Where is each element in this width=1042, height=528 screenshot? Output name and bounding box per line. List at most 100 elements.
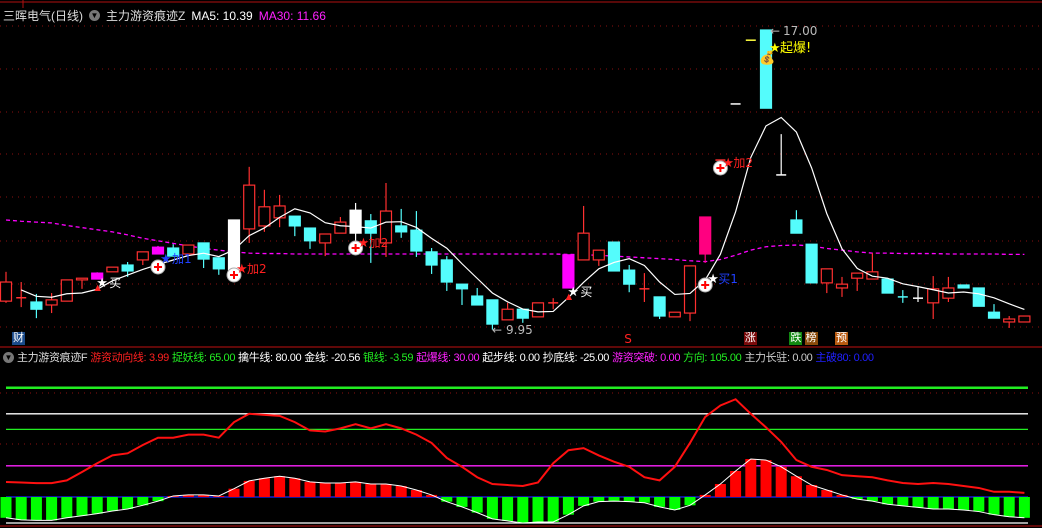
indicator-bar <box>547 497 559 522</box>
indicator-bar <box>897 497 909 506</box>
main-header: 三晖电气(日线) ▼ 主力游资痕迹Z MA5: 10.39 MA30: 11.6… <box>3 7 326 24</box>
indicator-bar <box>1003 497 1015 517</box>
candle <box>455 283 469 305</box>
star-icon: ★ <box>358 235 370 250</box>
indicator-reference-lines <box>6 386 1028 524</box>
indicator-bar <box>775 466 787 497</box>
candle-body <box>258 206 271 227</box>
candle-body <box>319 233 332 244</box>
candle-body <box>820 268 833 284</box>
candle <box>851 272 864 291</box>
candle <box>623 265 636 293</box>
buy-signal-label: 买 <box>109 276 121 290</box>
indicator-bar <box>684 497 696 506</box>
indicator-value: 擒牛线: 80.00 <box>238 352 302 364</box>
candle-body <box>334 221 347 234</box>
candle-body <box>851 272 864 279</box>
candle <box>942 276 955 302</box>
indicator-lines <box>5 398 1025 524</box>
candle-body <box>395 225 408 233</box>
candle <box>639 273 650 302</box>
candle <box>197 242 210 268</box>
up-arrow-icon: ▲ <box>563 291 574 303</box>
signal-tag: 跌 <box>789 332 803 345</box>
chevron-down-icon[interactable]: ▼ <box>3 351 14 363</box>
candle-body <box>349 209 362 234</box>
candle-body <box>136 251 149 261</box>
candle-body <box>0 281 13 302</box>
candle-body <box>45 299 58 306</box>
indicator-bar <box>486 497 498 519</box>
burst-label: 起爆! <box>780 41 811 56</box>
indicator-value: 主力长驻: 0.00 <box>744 352 813 364</box>
candle <box>1003 316 1016 328</box>
candle <box>106 266 119 273</box>
candle-body <box>1018 315 1031 323</box>
candle <box>881 278 894 294</box>
indicator-bar <box>365 484 377 497</box>
candle <box>927 276 940 319</box>
indicator-bar <box>289 478 301 497</box>
candle-body <box>623 269 636 285</box>
candle-body <box>592 249 605 261</box>
indicator-bar <box>46 497 58 521</box>
candle <box>501 302 514 321</box>
candle-body <box>699 216 712 255</box>
candle <box>776 134 787 176</box>
candle-body <box>455 283 469 290</box>
chevron-down-icon[interactable]: ▼ <box>89 10 100 21</box>
candle <box>319 233 332 257</box>
candle-body <box>501 308 514 321</box>
candles <box>0 29 1031 330</box>
candle <box>987 304 1001 319</box>
candle-body <box>106 266 119 273</box>
indicator-value: 游资动向线: 3.99 <box>90 352 169 364</box>
indicator-bar <box>912 497 924 508</box>
candle-body <box>60 279 73 302</box>
indicator-bar <box>76 497 88 516</box>
up-arrow-icon: ▲ <box>92 282 103 294</box>
candle-body <box>486 299 499 325</box>
indicator-bar <box>334 482 346 497</box>
candle <box>16 282 27 308</box>
ma30-polyline <box>5 219 1025 263</box>
candle-body <box>471 295 484 306</box>
candle <box>136 251 149 266</box>
candle-body <box>607 241 621 272</box>
add2-label: 加2 <box>369 236 389 250</box>
signal-tag: 涨 <box>743 332 757 345</box>
indicator-bar <box>274 476 286 497</box>
indicator-name[interactable]: 主力游资痕迹Z <box>106 7 185 24</box>
indicator-bar <box>623 497 635 502</box>
indicator-bar <box>973 497 985 512</box>
indicator-bars <box>0 459 1030 523</box>
candle <box>699 216 712 263</box>
indicator-bar <box>30 497 42 521</box>
ma5-line <box>20 116 1025 313</box>
chart-canvas[interactable]: ★ 买★ 买▲▲★ 加1★ 加2★ 加2★ 加2★ 买1💰★ 起爆!S ← 17.00 ← 9.… <box>0 0 1042 528</box>
indicator-bar <box>91 497 103 514</box>
candle <box>805 243 818 284</box>
indicator-bar <box>593 497 605 502</box>
star-icon: ★ <box>236 261 248 276</box>
candle-body <box>273 205 286 219</box>
candle-body <box>303 227 317 242</box>
candle <box>866 253 879 280</box>
sub-indicator-name[interactable]: 主力游资痕迹F <box>17 349 88 365</box>
indicator-value: 捉妖线: 65.00 <box>171 352 236 364</box>
signal-tag: 榜 <box>804 332 818 345</box>
candle-body <box>288 215 301 227</box>
candle <box>303 227 317 249</box>
indicator-bar <box>258 478 270 497</box>
indicator-bar <box>958 497 970 510</box>
candle-body <box>790 219 803 234</box>
indicator-bar <box>517 497 529 523</box>
candle-body <box>653 296 666 317</box>
indicator-value: 方向: 105.00 <box>683 352 742 364</box>
candle <box>288 215 301 237</box>
candle <box>972 287 985 307</box>
indicator-bar <box>988 497 1000 515</box>
indicator-bar <box>122 497 134 509</box>
candle-body <box>212 257 225 270</box>
ma5-polyline <box>20 116 1025 313</box>
